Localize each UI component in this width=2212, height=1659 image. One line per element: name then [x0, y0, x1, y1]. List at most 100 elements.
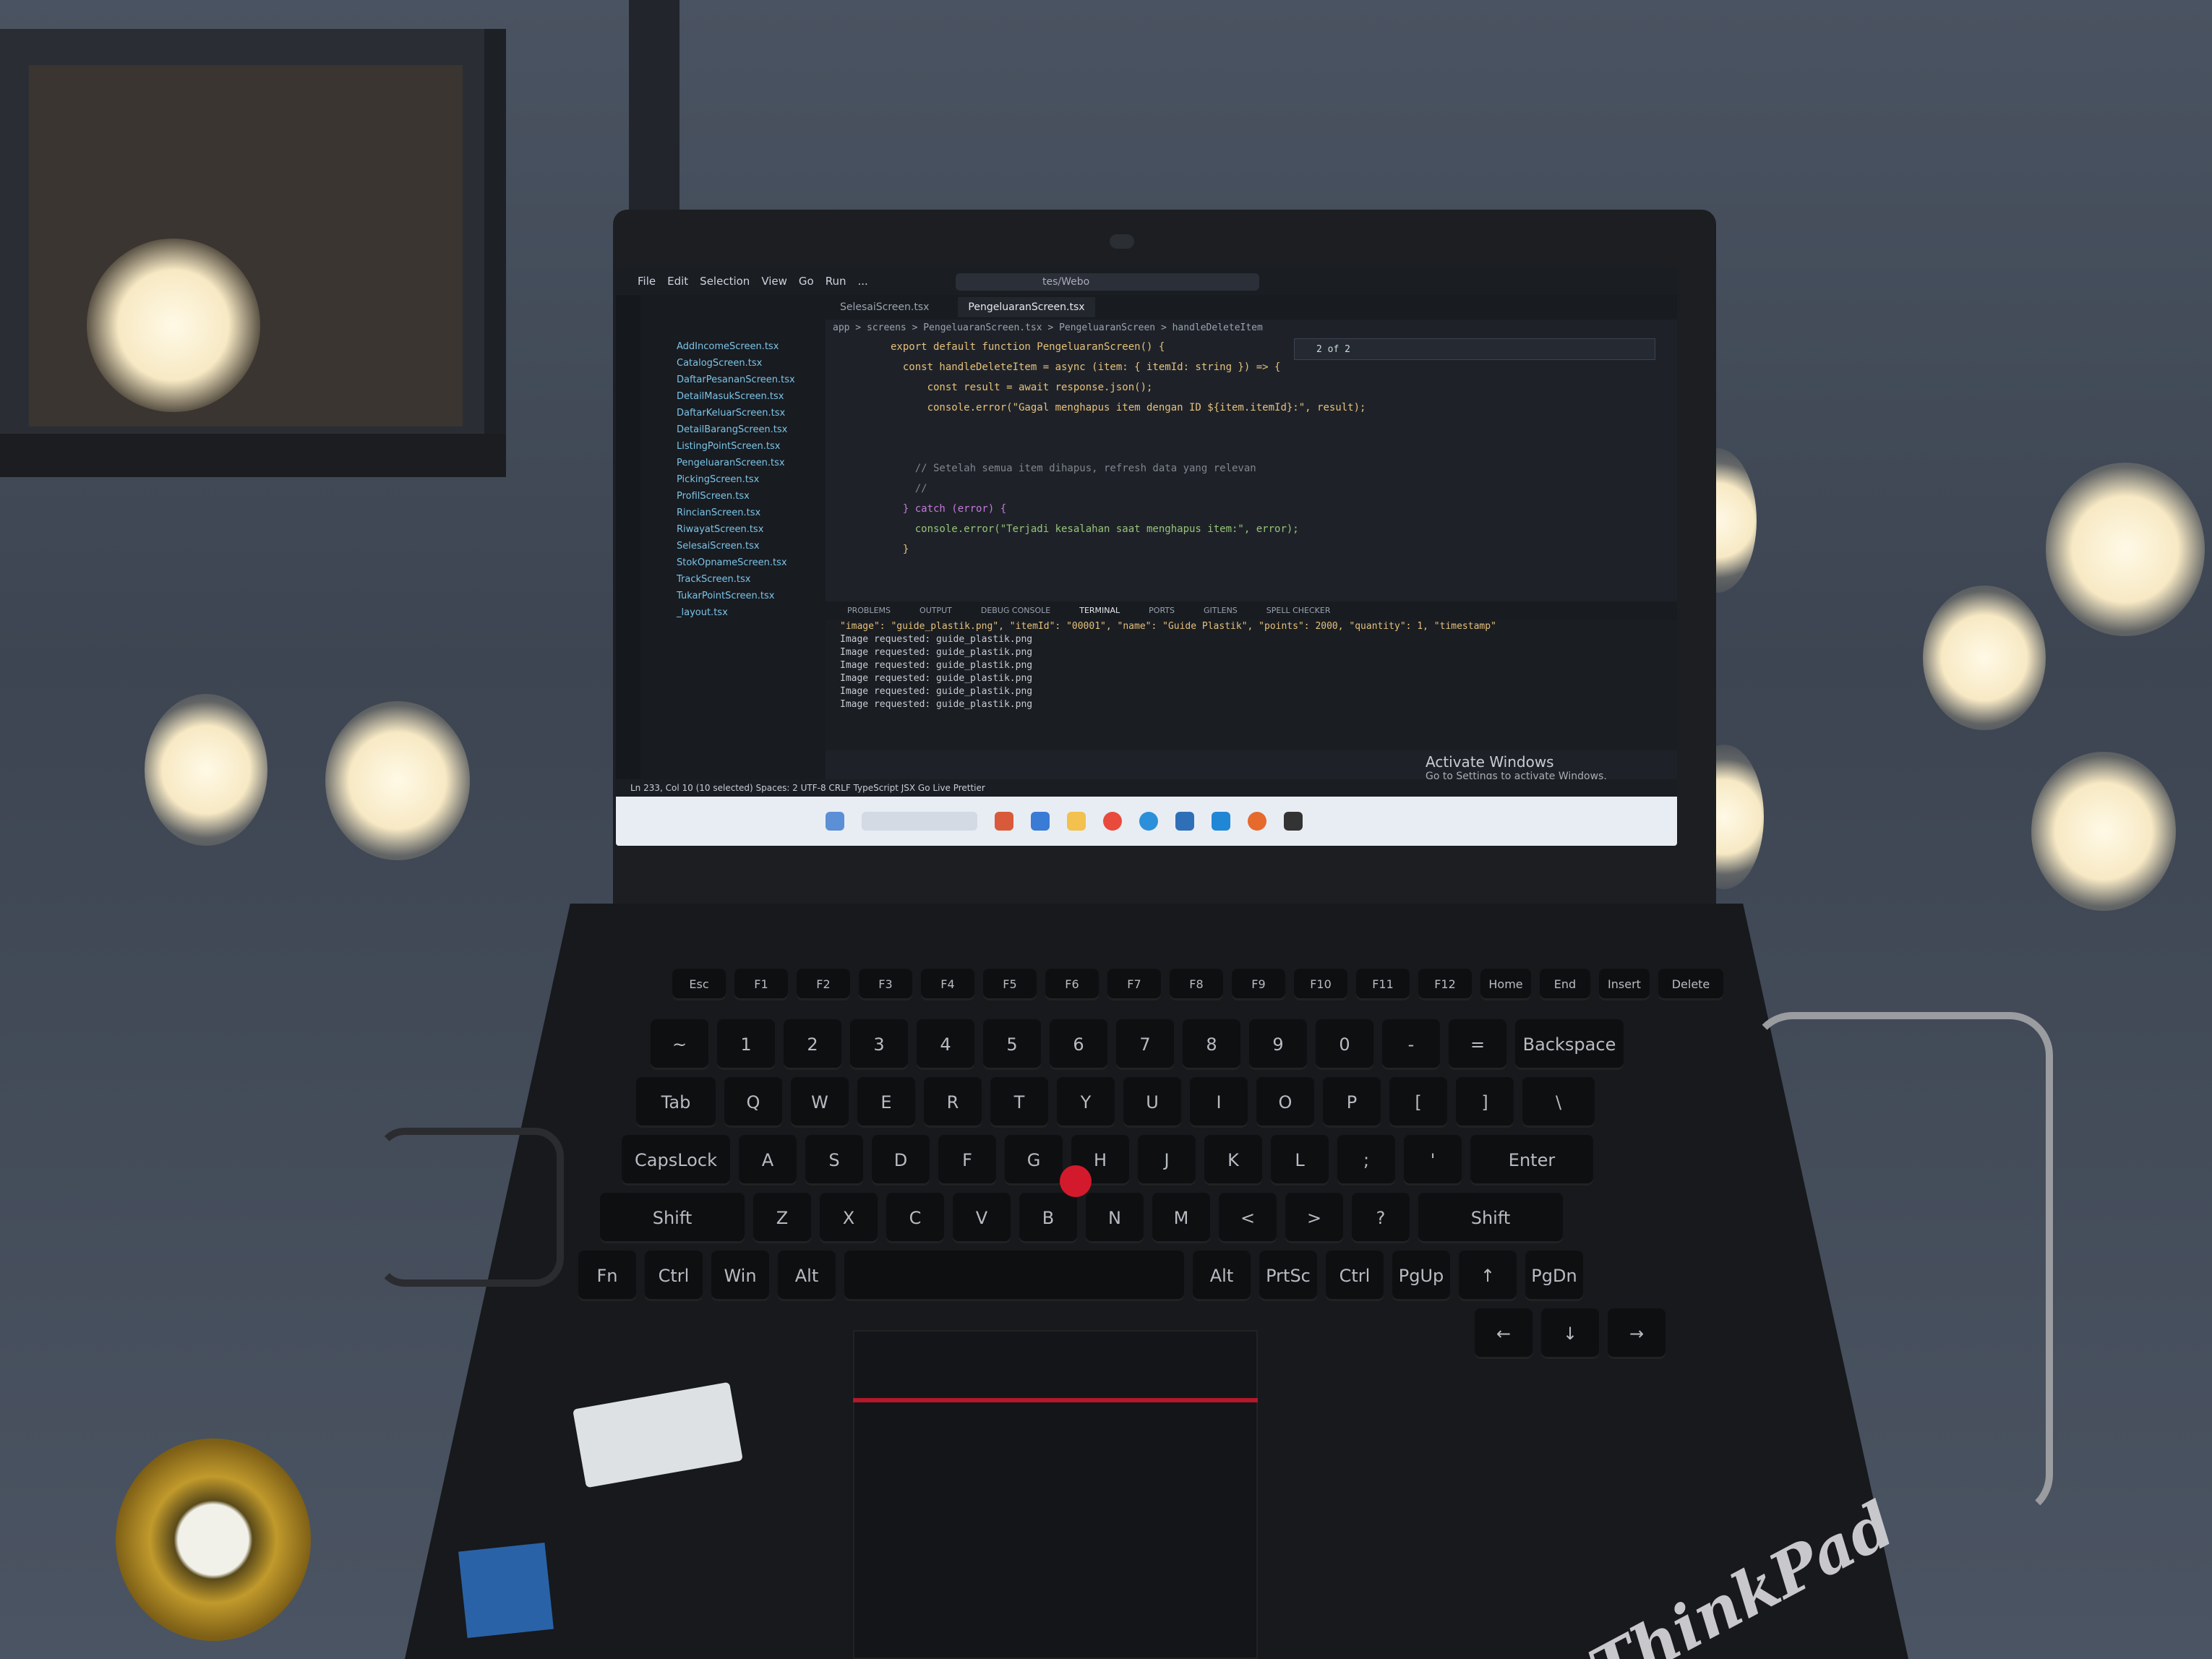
- key[interactable]: A: [739, 1135, 797, 1186]
- key[interactable]: CapsLock: [622, 1135, 730, 1186]
- key[interactable]: ]: [1456, 1077, 1514, 1128]
- menu-go[interactable]: Go: [799, 275, 814, 288]
- explorer-file[interactable]: CatalogScreen.tsx: [640, 355, 826, 372]
- key[interactable]: M: [1152, 1193, 1210, 1243]
- key[interactable]: F6: [1045, 969, 1099, 1000]
- key[interactable]: N: [1086, 1193, 1144, 1243]
- key[interactable]: PrtSc: [1259, 1251, 1317, 1301]
- menu-run[interactable]: Run: [826, 275, 846, 288]
- explorer-file[interactable]: AddIncomeScreen.tsx: [640, 338, 826, 355]
- key[interactable]: F9: [1232, 969, 1285, 1000]
- taskbar-app-icon[interactable]: [1175, 812, 1194, 831]
- tab-output[interactable]: OUTPUT: [919, 601, 952, 620]
- key[interactable]: F7: [1107, 969, 1161, 1000]
- key[interactable]: Home: [1480, 969, 1531, 1000]
- key[interactable]: F8: [1170, 969, 1223, 1000]
- key[interactable]: F2: [797, 969, 850, 1000]
- key[interactable]: -: [1382, 1019, 1440, 1070]
- search-icon[interactable]: [862, 812, 977, 831]
- key[interactable]: U: [1123, 1077, 1181, 1128]
- explorer-file[interactable]: PickingScreen.tsx: [640, 471, 826, 488]
- tab-terminal[interactable]: TERMINAL: [1079, 601, 1120, 620]
- key[interactable]: F10: [1294, 969, 1347, 1000]
- tab-debug-console[interactable]: DEBUG CONSOLE: [981, 601, 1050, 620]
- key[interactable]: G: [1005, 1135, 1063, 1186]
- key[interactable]: 2: [784, 1019, 841, 1070]
- key[interactable]: I: [1190, 1077, 1248, 1128]
- key[interactable]: Fn: [578, 1251, 636, 1301]
- explorer-file[interactable]: ListingPointScreen.tsx: [640, 438, 826, 455]
- key[interactable]: 6: [1050, 1019, 1107, 1070]
- key[interactable]: F3: [859, 969, 912, 1000]
- find-widget[interactable]: 2 of 2: [1294, 338, 1655, 360]
- menu-view[interactable]: View: [761, 275, 787, 288]
- key[interactable]: >: [1285, 1193, 1343, 1243]
- chrome-icon[interactable]: [1103, 812, 1122, 831]
- key[interactable]: ?: [1352, 1193, 1410, 1243]
- key[interactable]: B: [1019, 1193, 1077, 1243]
- key[interactable]: Win: [711, 1251, 769, 1301]
- key[interactable]: F: [938, 1135, 996, 1186]
- tab-selesai[interactable]: SelesaiScreen.tsx: [840, 301, 929, 313]
- key[interactable]: Alt: [778, 1251, 836, 1301]
- explorer-file[interactable]: PengeluaranScreen.tsx: [640, 455, 826, 471]
- key[interactable]: 7: [1116, 1019, 1174, 1070]
- tab-pengeluaran[interactable]: PengeluaranScreen.tsx: [958, 297, 1095, 317]
- key[interactable]: \: [1522, 1077, 1595, 1128]
- explorer-file[interactable]: DetailMasukScreen.tsx: [640, 388, 826, 405]
- key[interactable]: X: [820, 1193, 878, 1243]
- key[interactable]: T: [990, 1077, 1048, 1128]
- explorer-file[interactable]: RincianScreen.tsx: [640, 505, 826, 521]
- key[interactable]: K: [1204, 1135, 1262, 1186]
- vscode-icon[interactable]: [1212, 812, 1230, 831]
- key[interactable]: Y: [1057, 1077, 1115, 1128]
- key[interactable]: 9: [1249, 1019, 1307, 1070]
- key[interactable]: L: [1271, 1135, 1329, 1186]
- key[interactable]: 8: [1183, 1019, 1240, 1070]
- tab-spell-checker[interactable]: SPELL CHECKER: [1266, 601, 1331, 620]
- key[interactable]: ;: [1337, 1135, 1395, 1186]
- menu-edit[interactable]: Edit: [667, 275, 688, 288]
- key[interactable]: End: [1540, 969, 1590, 1000]
- explorer-file[interactable]: SelesaiScreen.tsx: [640, 538, 826, 554]
- key[interactable]: Ctrl: [645, 1251, 703, 1301]
- key[interactable]: O: [1256, 1077, 1314, 1128]
- key[interactable]: ': [1404, 1135, 1462, 1186]
- key[interactable]: Insert: [1599, 969, 1650, 1000]
- key[interactable]: F4: [921, 969, 974, 1000]
- explorer-file[interactable]: DetailBarangScreen.tsx: [640, 421, 826, 438]
- taskbar-app-icon[interactable]: [1031, 812, 1050, 831]
- explorer-file[interactable]: DaftarPesananScreen.tsx: [640, 372, 826, 388]
- tab-gitlens[interactable]: GITLENS: [1204, 601, 1238, 620]
- explorer-file[interactable]: TrackScreen.tsx: [640, 571, 826, 588]
- key[interactable]: ↑: [1459, 1251, 1517, 1301]
- key[interactable]: F11: [1356, 969, 1410, 1000]
- folder-icon[interactable]: [1067, 812, 1086, 831]
- tab-problems[interactable]: PROBLEMS: [847, 601, 891, 620]
- tab-ports[interactable]: PORTS: [1149, 601, 1175, 620]
- key[interactable]: <: [1219, 1193, 1277, 1243]
- trackpoint[interactable]: [1060, 1165, 1092, 1197]
- taskbar-app-icon[interactable]: [1248, 812, 1266, 831]
- key[interactable]: →: [1608, 1308, 1666, 1359]
- key[interactable]: Delete: [1658, 969, 1723, 1000]
- explorer-file[interactable]: RiwayatScreen.tsx: [640, 521, 826, 538]
- explorer-file[interactable]: ProfilScreen.tsx: [640, 488, 826, 505]
- explorer-file[interactable]: StokOpnameScreen.tsx: [640, 554, 826, 571]
- key[interactable]: J: [1138, 1135, 1196, 1186]
- explorer-file[interactable]: DaftarKeluarScreen.tsx: [640, 405, 826, 421]
- key[interactable]: ←: [1475, 1308, 1532, 1359]
- touchpad-buttons[interactable]: [853, 1330, 1258, 1402]
- key[interactable]: ↓: [1541, 1308, 1599, 1359]
- command-search-input[interactable]: tes/Webo: [956, 273, 1259, 291]
- key[interactable]: 3: [850, 1019, 908, 1070]
- key[interactable]: Z: [753, 1193, 811, 1243]
- key[interactable]: 0: [1316, 1019, 1373, 1070]
- key[interactable]: Esc: [672, 969, 726, 1000]
- key[interactable]: Q: [724, 1077, 782, 1128]
- explorer-file[interactable]: _layout.tsx: [640, 604, 826, 621]
- key[interactable]: Shift: [600, 1193, 745, 1243]
- key[interactable]: Enter: [1470, 1135, 1593, 1186]
- key[interactable]: E: [857, 1077, 915, 1128]
- key[interactable]: ~: [651, 1019, 708, 1070]
